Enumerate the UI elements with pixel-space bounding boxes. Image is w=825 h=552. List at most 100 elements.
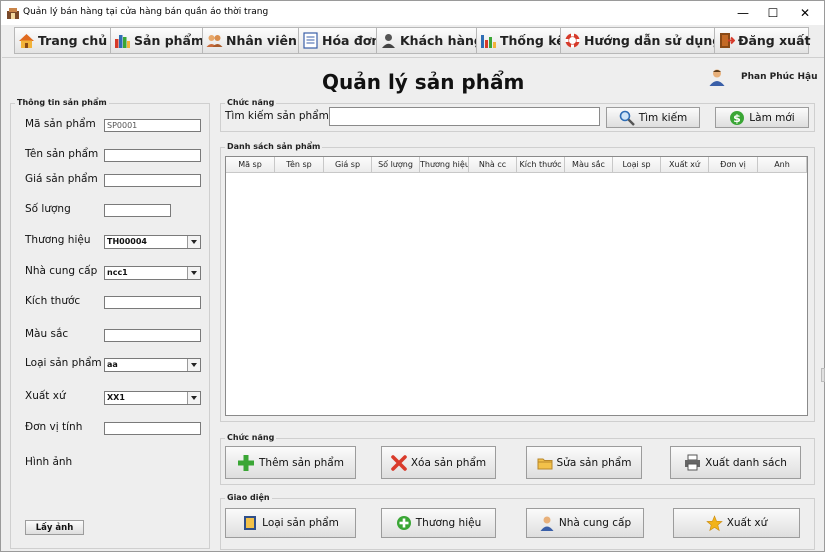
search-input[interactable] xyxy=(329,107,600,126)
get-image-button[interactable]: Lấy ảnh xyxy=(25,520,84,535)
product-price-field[interactable] xyxy=(104,174,201,187)
menu-customers[interactable]: Khách hàng xyxy=(376,27,483,54)
column-header[interactable]: Số lượng xyxy=(372,157,420,173)
quantity-field[interactable] xyxy=(104,204,171,217)
edit-product-button[interactable]: Sửa sản phẩm xyxy=(526,446,642,479)
color-label: Màu sắc xyxy=(25,328,69,340)
page-title: Quản lý sản phẩm xyxy=(322,70,525,94)
supplier-button[interactable]: Nhà cung cấp xyxy=(526,508,644,538)
product-code-field[interactable]: SP0001 xyxy=(104,119,201,132)
supplier-select-value: ncc1 xyxy=(107,268,128,277)
brand-button[interactable]: Thương hiệu xyxy=(381,508,496,538)
size-label: Kích thước xyxy=(25,295,81,307)
close-button[interactable]: ✕ xyxy=(788,1,822,25)
product-type-select[interactable]: aa xyxy=(104,358,201,372)
product-table[interactable]: Mã sp Tên sp Giá sp Số lượng Thương hiệu Nhà … xyxy=(225,156,808,416)
chevron-down-icon[interactable] xyxy=(187,359,200,371)
book-icon xyxy=(244,516,257,530)
column-header[interactable]: Xuất xứ xyxy=(661,157,709,173)
window-title: Quản lý bán hàng tại cửa hàng bán quần á… xyxy=(23,7,269,17)
menu-statistics-label: Thống kê xyxy=(500,33,565,48)
folder-edit-icon xyxy=(537,458,552,469)
star-icon xyxy=(705,514,723,531)
menu-help[interactable]: Hướng dẫn sử dụng xyxy=(560,27,721,54)
plus-icon xyxy=(238,454,254,471)
column-header[interactable]: Đơn vị xyxy=(709,157,758,173)
menu-logout[interactable]: Đăng xuất xyxy=(714,27,811,54)
export-list-label: Xuất danh sách xyxy=(705,456,787,469)
chevron-down-icon[interactable] xyxy=(187,267,200,279)
invoice-icon xyxy=(303,32,318,49)
svg-text:$: $ xyxy=(733,112,741,125)
column-header[interactable]: Loại sp xyxy=(613,157,661,173)
menu-statistics[interactable]: Thống kê xyxy=(476,27,565,54)
employee-icon xyxy=(206,35,223,47)
product-name-field[interactable] xyxy=(104,149,201,162)
actions-group-title: Chức năng xyxy=(225,433,277,442)
menu-home[interactable]: Trang chủ xyxy=(14,27,111,54)
refresh-button-label: Làm mới xyxy=(749,111,795,124)
chevron-down-icon[interactable] xyxy=(187,392,200,404)
application-window: Quản lý bán hàng tại cửa hàng bán quần á… xyxy=(0,0,825,552)
user-name: Phan Phúc Hậu xyxy=(741,72,818,82)
product-type-select-value: aa xyxy=(107,360,118,369)
chevron-down-icon[interactable] xyxy=(187,236,200,248)
menu-products[interactable]: Sản phẩm xyxy=(110,27,204,54)
menu-home-label: Trang chủ xyxy=(38,33,108,48)
product-info-group: Thông tin sản phẩm Mã sản phẩm SP0001 Tê… xyxy=(10,98,210,549)
menu-employees-label: Nhân viên xyxy=(226,33,297,48)
person-icon xyxy=(540,516,554,531)
column-header[interactable]: Tên sp xyxy=(275,157,324,173)
menu-invoices[interactable]: Hóa đơn xyxy=(298,27,380,54)
product-icon xyxy=(115,35,130,48)
origin-select-value: XX1 xyxy=(107,393,125,402)
product-type-button-label: Loại sản phẩm xyxy=(262,517,339,529)
supplier-select[interactable]: ncc1 xyxy=(104,266,201,280)
home-icon xyxy=(19,34,34,48)
edit-product-label: Sửa sản phẩm xyxy=(556,456,632,469)
refresh-button[interactable]: $ Làm mới xyxy=(715,107,809,128)
logout-icon xyxy=(720,33,735,48)
product-info-group-title: Thông tin sản phẩm xyxy=(15,98,109,107)
color-field[interactable] xyxy=(104,329,201,342)
column-header[interactable]: Kích thước xyxy=(517,157,565,173)
customer-icon xyxy=(382,34,395,48)
statistics-icon xyxy=(481,35,496,48)
delete-product-button[interactable]: Xóa sản phẩm xyxy=(381,446,496,479)
add-product-button[interactable]: Thêm sản phẩm xyxy=(225,446,356,479)
add-product-label: Thêm sản phẩm xyxy=(259,456,344,469)
origin-label: Xuất xứ xyxy=(25,390,66,402)
column-header[interactable]: Nhà cc xyxy=(469,157,517,173)
column-header[interactable]: Màu sắc xyxy=(565,157,613,173)
minimize-button[interactable]: — xyxy=(726,1,760,25)
user-icon xyxy=(709,69,725,86)
title-bar: Quản lý bán hàng tại cửa hàng bán quần á… xyxy=(1,1,824,25)
export-list-button[interactable]: Xuất danh sách xyxy=(670,446,801,479)
search-button-label: Tìm kiếm xyxy=(638,111,688,124)
brand-select-value: TH00004 xyxy=(107,237,147,246)
unit-label: Đơn vị tính xyxy=(25,421,83,433)
size-field[interactable] xyxy=(104,296,201,309)
unit-field[interactable] xyxy=(104,422,201,435)
product-type-button[interactable]: Loại sản phẩm xyxy=(225,508,356,538)
search-button[interactable]: Tìm kiếm xyxy=(606,107,700,128)
maximize-button[interactable]: ☐ xyxy=(756,1,790,25)
brand-select[interactable]: TH00004 xyxy=(104,235,201,249)
menu-customers-label: Khách hàng xyxy=(400,33,483,48)
column-header[interactable]: Giá sp xyxy=(324,157,372,173)
window-resize-handle[interactable] xyxy=(821,368,825,382)
column-header[interactable]: Thương hiệu xyxy=(420,157,469,173)
menu-logout-label: Đăng xuất xyxy=(738,33,811,48)
column-header[interactable]: Anh xyxy=(758,157,807,173)
menu-employees[interactable]: Nhân viên xyxy=(202,27,299,54)
image-label: Hình ảnh xyxy=(25,456,73,468)
menu-products-label: Sản phẩm xyxy=(134,33,204,48)
column-header[interactable]: Mã sp xyxy=(226,157,275,173)
product-name-label: Tên sản phẩm xyxy=(25,148,99,160)
plus-circle-icon xyxy=(396,516,411,530)
origin-button[interactable]: Xuất xứ xyxy=(673,508,800,538)
search-label: Tìm kiếm sản phẩm xyxy=(225,110,329,122)
delete-product-label: Xóa sản phẩm xyxy=(410,456,487,469)
origin-select[interactable]: XX1 xyxy=(104,391,201,405)
supplier-button-label: Nhà cung cấp xyxy=(558,517,632,529)
